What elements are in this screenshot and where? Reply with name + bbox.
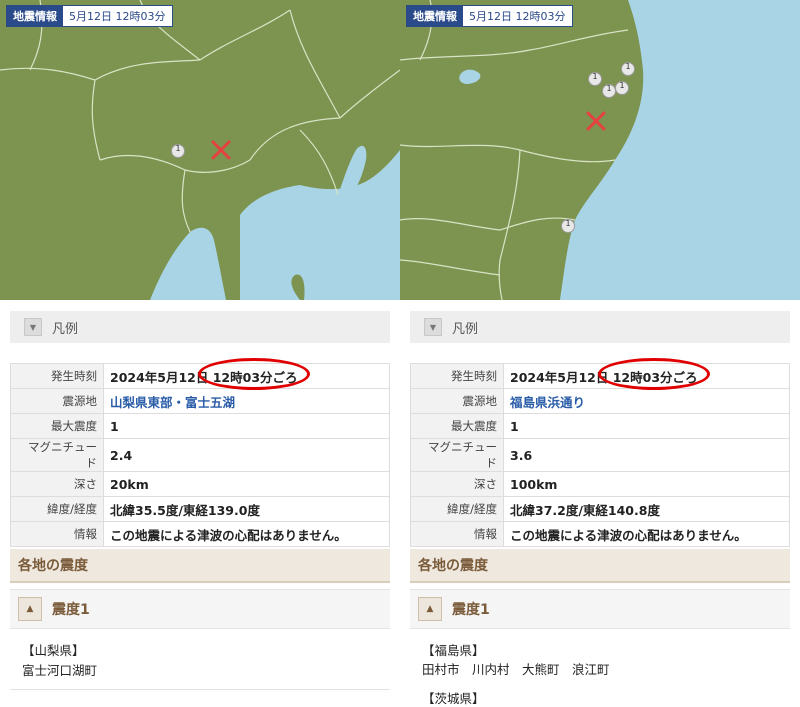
chevron-up-icon[interactable]: ▲ bbox=[18, 597, 42, 621]
info-row-magnitude: マグニチュード 2.4 bbox=[10, 438, 390, 472]
prefecture-name: 【茨城県】 bbox=[422, 691, 485, 706]
info-row-latlon: 緯度/経度 北緯35.5度/東経139.0度 bbox=[10, 496, 390, 522]
info-row-epicenter: 震源地 山梨県東部・富士五湖 bbox=[10, 388, 390, 414]
time-highlight-circle bbox=[198, 358, 310, 390]
info-value: 北緯35.5度/東経139.0度 bbox=[103, 496, 390, 522]
info-row-epicenter: 震源地 福島県浜通り bbox=[410, 388, 790, 414]
info-key: 発生時刻 bbox=[10, 363, 104, 389]
map-badge-date: 5月12日 12時03分 bbox=[469, 10, 566, 23]
info-value: 100km bbox=[503, 471, 790, 497]
info-row-magnitude: マグニチュード 3.6 bbox=[410, 438, 790, 472]
info-value: この地震による津波の心配はありません。 bbox=[103, 521, 390, 547]
info-row-max-intensity: 最大震度 1 bbox=[410, 413, 790, 439]
epicenter-icon bbox=[588, 113, 604, 129]
intensity-marker: 1 bbox=[592, 72, 598, 81]
info-value: この地震による津波の心配はありません。 bbox=[503, 521, 790, 547]
epicenter-link[interactable]: 山梨県東部・富士五湖 bbox=[103, 388, 390, 414]
info-value: 20km bbox=[103, 471, 390, 497]
info-row-depth: 深さ 100km bbox=[410, 471, 790, 497]
earthquake-info-table: 発生時刻 2024年5月12日 12時03分ごろ 震源地 山梨県東部・富士五湖 最大… bbox=[10, 363, 390, 547]
info-key: 発生時刻 bbox=[410, 363, 504, 389]
earthquake-panel-left: 1 地震情報 5月12日 12時03分 ▼ 凡例 発生時刻 2024年5月12日 … bbox=[0, 0, 400, 707]
intensity-marker: 1 bbox=[625, 62, 631, 71]
time-highlight-circle bbox=[598, 358, 710, 390]
legend-toggle-bar[interactable]: ▼ 凡例 bbox=[410, 311, 790, 343]
chevron-down-icon[interactable]: ▼ bbox=[24, 318, 42, 336]
earthquake-info-table: 発生時刻 2024年5月12日 12時03分ごろ 震源地 福島県浜通り 最大震度 1 … bbox=[410, 363, 790, 547]
info-key: 緯度/経度 bbox=[410, 496, 504, 522]
info-key: 情報 bbox=[10, 521, 104, 547]
municipality-list: 富士河口湖町 bbox=[22, 663, 98, 678]
map-graphic bbox=[400, 0, 800, 300]
legend-label: 凡例 bbox=[452, 321, 479, 337]
epicenter-icon bbox=[213, 142, 229, 158]
earthquake-panel-right: 1 1 1 1 1 地震情報 5月12日 12時03分 ▼ 凡例 発生時刻 202… bbox=[400, 0, 800, 707]
intensity-marker: 1 bbox=[606, 84, 612, 93]
legend-label: 凡例 bbox=[52, 321, 79, 337]
intensity-marker: 1 bbox=[175, 144, 181, 153]
info-key: マグニチュード bbox=[10, 438, 104, 472]
prefecture-name: 【福島県】 bbox=[422, 643, 485, 658]
intensity-label: 震度1 bbox=[52, 602, 90, 618]
earthquake-map[interactable]: 1 1 1 1 1 地震情報 5月12日 12時03分 bbox=[400, 0, 800, 300]
info-value: 3.6 bbox=[503, 438, 790, 472]
info-key: 情報 bbox=[410, 521, 504, 547]
info-value: 1 bbox=[103, 413, 390, 439]
info-key: 緯度/経度 bbox=[10, 496, 104, 522]
intensity-marker: 1 bbox=[619, 81, 625, 90]
map-graphic bbox=[0, 0, 400, 300]
map-badge-label: 地震情報 bbox=[7, 6, 63, 26]
info-row-tsunami: 情報 この地震による津波の心配はありません。 bbox=[410, 521, 790, 547]
info-row-depth: 深さ 20km bbox=[10, 471, 390, 497]
intensity-label: 震度1 bbox=[452, 602, 490, 618]
info-key: 深さ bbox=[10, 471, 104, 497]
map-badge-label: 地震情報 bbox=[407, 6, 463, 26]
divider bbox=[10, 689, 390, 690]
section-title: 各地の震度 bbox=[10, 549, 390, 583]
info-key: 最大震度 bbox=[10, 413, 104, 439]
info-row-latlon: 緯度/経度 北緯37.2度/東経140.8度 bbox=[410, 496, 790, 522]
map-badge-date: 5月12日 12時03分 bbox=[69, 10, 166, 23]
earthquake-map[interactable]: 1 地震情報 5月12日 12時03分 bbox=[0, 0, 400, 300]
info-value: 北緯37.2度/東経140.8度 bbox=[503, 496, 790, 522]
legend-toggle-bar[interactable]: ▼ 凡例 bbox=[10, 311, 390, 343]
epicenter-link[interactable]: 福島県浜通り bbox=[503, 388, 790, 414]
intensity-group-toggle[interactable]: ▲ 震度1 bbox=[410, 589, 790, 629]
section-title: 各地の震度 bbox=[410, 549, 790, 583]
info-row-tsunami: 情報 この地震による津波の心配はありません。 bbox=[10, 521, 390, 547]
info-key: 深さ bbox=[410, 471, 504, 497]
prefecture-name: 【山梨県】 bbox=[22, 643, 85, 658]
info-key: 最大震度 bbox=[410, 413, 504, 439]
info-value: 2.4 bbox=[103, 438, 390, 472]
info-value: 1 bbox=[503, 413, 790, 439]
map-title-badge: 地震情報 5月12日 12時03分 bbox=[6, 5, 173, 27]
intensity-group-toggle[interactable]: ▲ 震度1 bbox=[10, 589, 390, 629]
info-key: 震源地 bbox=[410, 388, 504, 414]
municipality-list: 田村市 川内村 大熊町 浪江町 bbox=[422, 662, 610, 677]
info-row-max-intensity: 最大震度 1 bbox=[10, 413, 390, 439]
info-key: 震源地 bbox=[10, 388, 104, 414]
chevron-up-icon[interactable]: ▲ bbox=[418, 597, 442, 621]
map-title-badge: 地震情報 5月12日 12時03分 bbox=[406, 5, 573, 27]
chevron-down-icon[interactable]: ▼ bbox=[424, 318, 442, 336]
info-key: マグニチュード bbox=[410, 438, 504, 472]
intensity-marker: 1 bbox=[565, 219, 571, 228]
